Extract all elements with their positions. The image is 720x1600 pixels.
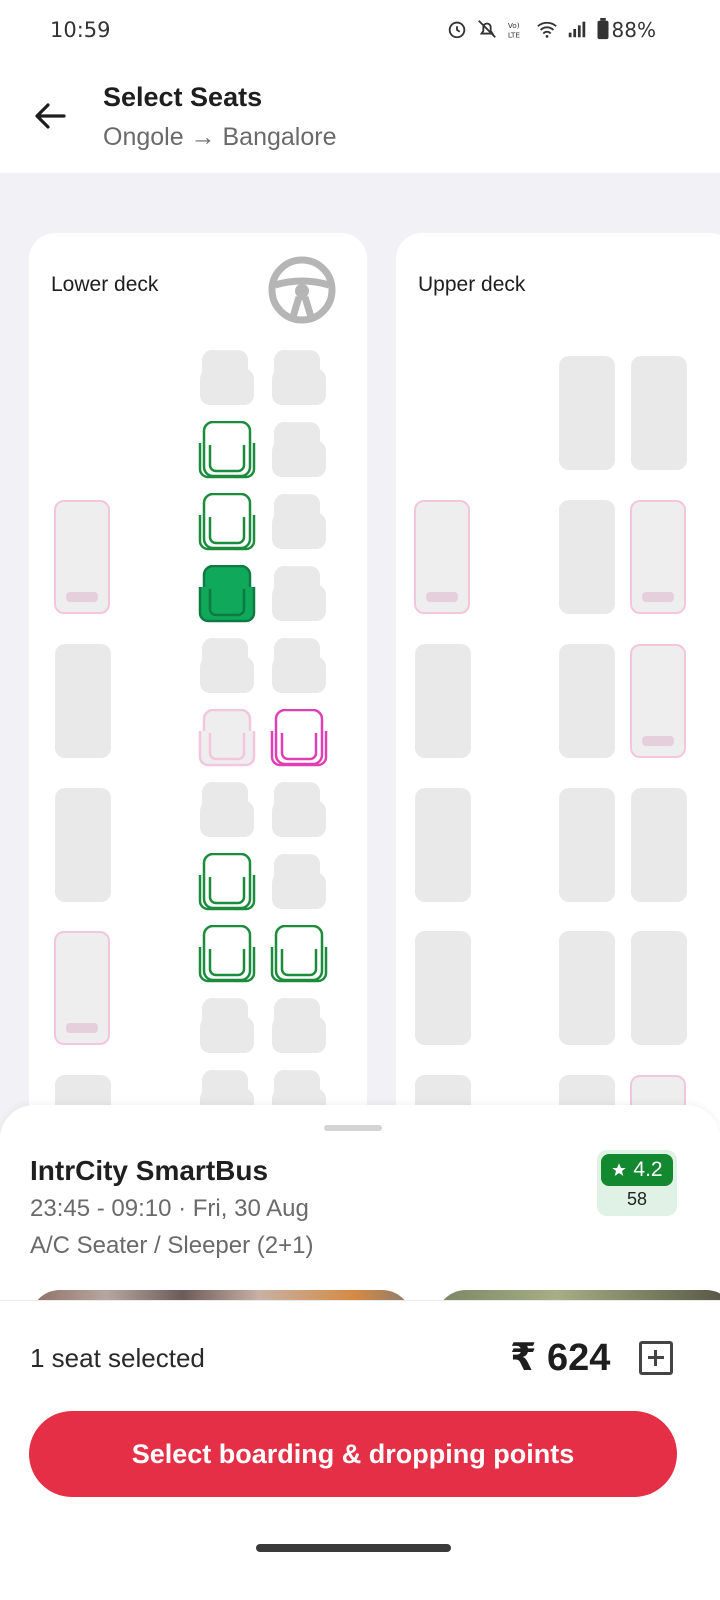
upper-deck-label: Upper deck: [418, 273, 526, 296]
sleeper-seat-ladies-booked: [630, 500, 686, 614]
sleeper-seat-ladies-booked: [54, 931, 110, 1045]
signal-icon: [568, 21, 586, 38]
header: Select Seats Ongole → Bangalore: [0, 60, 720, 173]
checkout-footer: 1 seat selected ₹ 624 Select boarding & …: [0, 1300, 720, 1600]
sleeper-seat-booked: [559, 644, 615, 758]
bus-operator-name: IntrCity SmartBus: [30, 1155, 269, 1186]
seat-booked: [198, 781, 256, 839]
sleeper-seat-booked: [55, 644, 111, 758]
bus-details-sheet[interactable]: IntrCity SmartBus 23:45 - 09:10 · Fri, 3…: [0, 1105, 720, 1305]
volte-icon: Vo)LTE: [508, 21, 521, 39]
sleeper-seat-booked: [631, 931, 687, 1045]
bus-timing: 23:45 - 09:10 · Fri, 30 Aug: [30, 1195, 309, 1222]
seat-booked: [270, 349, 328, 407]
steering-wheel-icon: [268, 256, 336, 324]
seat-ladies-available[interactable]: [270, 709, 328, 767]
seat-available[interactable]: [198, 421, 256, 479]
sleeper-seat-booked: [55, 788, 111, 902]
bus-type: A/C Seater / Sleeper (2+1): [30, 1232, 314, 1259]
mute-icon: [478, 20, 496, 38]
svg-text:Vo): Vo): [508, 21, 520, 30]
seat-booked: [270, 565, 328, 623]
lower-deck: Lower deck: [29, 233, 367, 1133]
seat-selection-count: 1 seat selected: [30, 1343, 205, 1373]
battery-icon: [597, 18, 609, 40]
svg-text:LTE: LTE: [508, 30, 521, 39]
seat-booked: [198, 349, 256, 407]
seat-layout: Lower deck Upper deck: [0, 173, 720, 1133]
sleeper-seat-ladies-booked: [630, 644, 686, 758]
rating-badge[interactable]: 4.2 58: [597, 1150, 677, 1216]
rating-value-pill: 4.2: [601, 1154, 673, 1186]
rating-value: 4.2: [633, 1158, 663, 1181]
seat-available[interactable]: [198, 853, 256, 911]
seat-available[interactable]: [198, 493, 256, 551]
sleeper-seat-ladies-booked: [414, 500, 470, 614]
status-bar: 10:59 Vo) LTE 88%: [0, 0, 720, 60]
back-button[interactable]: [30, 96, 70, 136]
expand-fare-icon[interactable]: [639, 1341, 673, 1375]
seat-booked: [270, 781, 328, 839]
sleeper-seat-booked: [415, 644, 471, 758]
seat-booked: [270, 493, 328, 551]
seat-booked: [270, 637, 328, 695]
sheet-drag-handle[interactable]: [324, 1125, 382, 1131]
alarm-icon: [448, 21, 466, 39]
seat-selected[interactable]: [198, 565, 256, 623]
seat-booked: [198, 997, 256, 1055]
sleeper-seat-booked: [559, 356, 615, 470]
select-boarding-dropping-button[interactable]: Select boarding & dropping points: [29, 1411, 677, 1497]
sleeper-seat-booked: [631, 788, 687, 902]
sleeper-seat-ladies-booked: [54, 500, 110, 614]
seat-ladies-booked: [198, 709, 256, 767]
lower-deck-label: Lower deck: [51, 273, 159, 296]
seat-booked: [270, 997, 328, 1055]
sleeper-seat-booked: [415, 788, 471, 902]
status-time: 10:59: [50, 18, 111, 42]
sleeper-seat-booked: [631, 356, 687, 470]
seat-available[interactable]: [198, 925, 256, 983]
battery-percent: 88%: [611, 18, 656, 42]
rating-count: 58: [626, 1189, 648, 1209]
star-icon: [612, 1163, 627, 1176]
status-icons: Vo) LTE: [446, 18, 610, 40]
sleeper-seat-booked: [559, 931, 615, 1045]
page-title: Select Seats: [103, 82, 263, 112]
sleeper-seat-booked: [559, 788, 615, 902]
seat-booked: [270, 421, 328, 479]
seat-available[interactable]: [270, 925, 328, 983]
back-arrow-icon: [35, 103, 66, 129]
seat-booked: [198, 637, 256, 695]
sleeper-seat-booked: [559, 500, 615, 614]
total-price: ₹ 624: [510, 1337, 611, 1379]
seat-booked: [270, 853, 328, 911]
sleeper-seat-booked: [415, 931, 471, 1045]
wifi-icon: [537, 21, 557, 38]
route-subtitle: Ongole → Bangalore: [103, 123, 337, 151]
upper-deck: Upper deck: [396, 233, 720, 1133]
gesture-nav-bar[interactable]: [256, 1544, 451, 1552]
